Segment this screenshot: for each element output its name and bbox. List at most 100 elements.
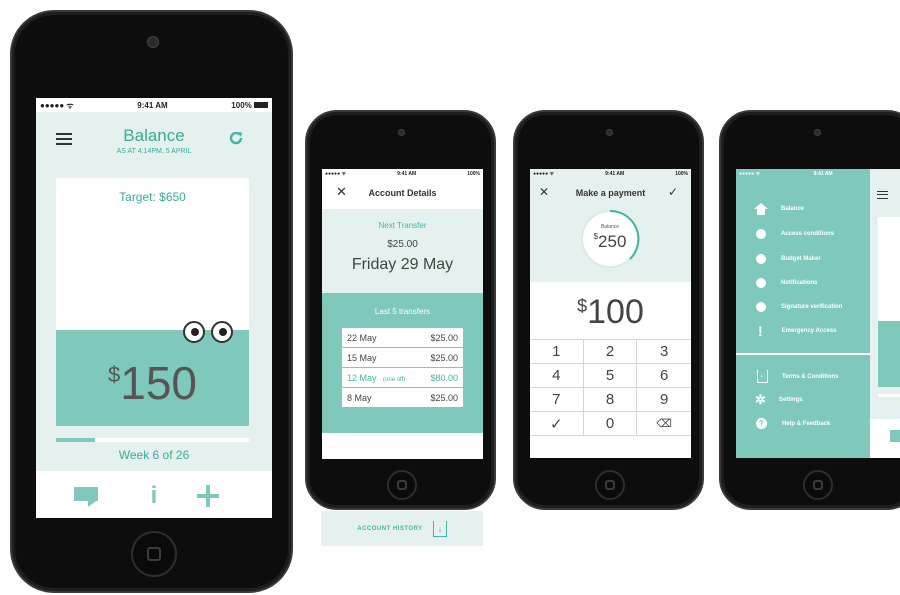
dot-icon (756, 302, 766, 312)
payment-amount: $100 (577, 293, 644, 331)
eyes-icon (183, 321, 235, 343)
camera (606, 129, 613, 136)
menu-item-budget-maker[interactable]: Budget Maker (736, 254, 821, 264)
exclamation-icon: ! (758, 323, 763, 339)
camera (814, 129, 821, 136)
menu-icon[interactable] (877, 191, 888, 199)
key-3[interactable]: 3 (637, 340, 691, 364)
phone-payment: ●●●●● ᯤ 9:41 AM 100% ✕ Make a payment ✓ … (513, 110, 704, 510)
menu-item-settings[interactable]: ✲ Settings (736, 393, 803, 406)
key-9[interactable]: 9 (637, 388, 691, 412)
balance-amount: $150 (108, 357, 197, 409)
dot-icon (756, 278, 766, 288)
key-confirm[interactable]: ✓ (530, 412, 584, 436)
target-card: Target: $650 $150 (56, 178, 249, 426)
chat-icon[interactable] (74, 487, 98, 507)
table-row[interactable]: 12 May (one off) $80.00 (342, 368, 463, 388)
key-0[interactable]: 0 (583, 412, 638, 436)
payment-header: ✕ Make a payment ✓ Balance $250 (530, 179, 691, 282)
key-6[interactable]: 6 (637, 364, 691, 388)
balance-screen: ●●●●● ᯤ 9:41 AM 100% Balance AS AT 4:14P… (36, 98, 272, 518)
download-icon: ↓ (432, 520, 447, 537)
keypad: 1 2 3 4 5 6 7 8 9 ✓ 0 ⌫ (530, 339, 691, 436)
menu-item-label: Help & Feedback (782, 420, 831, 427)
camera (398, 129, 405, 136)
confirm-icon[interactable]: ✓ (668, 185, 678, 199)
menu-divider (736, 353, 870, 355)
menu-item-label: Budget Maker (781, 256, 821, 262)
menu-item-balance[interactable]: Balance (736, 203, 804, 215)
phone-menu: ●●●●● ᯤ 9:41 AM 100% Balance Access cond… (719, 110, 900, 510)
status-time: 9:41 AM (137, 100, 168, 110)
home-icon (754, 203, 768, 215)
phone-account-details: ●●●●● ᯤ 9:41 AM 100% ✕ Account Details N… (305, 110, 496, 510)
gear-icon: ✲ (755, 392, 766, 407)
transfers-table: 22 May $25.00 15 May $25.00 12 May (one of… (342, 328, 463, 408)
balance-screen-peek (870, 169, 900, 458)
table-row[interactable]: 15 May $25.00 (342, 348, 463, 368)
menu-item-label: Emergency Access (781, 328, 837, 334)
menu-item-label: Balance (781, 206, 805, 212)
battery-indicator: 100% (675, 171, 688, 177)
menu-item-label: Settings (778, 396, 803, 403)
home-button[interactable] (803, 470, 833, 500)
info-icon[interactable]: i (149, 483, 159, 509)
key-backspace[interactable]: ⌫ (637, 412, 691, 436)
next-transfer-date: Friday 29 May (351, 256, 454, 273)
camera (147, 36, 159, 48)
menu-item-terms[interactable]: ↓ Terms & Conditions (736, 370, 839, 383)
menu-item-signature-verification[interactable]: Signature verification (736, 302, 842, 312)
key-4[interactable]: 4 (530, 364, 584, 388)
menu-item-help[interactable]: ? Help & Feedback (736, 418, 830, 429)
next-transfer-panel: Next Transfer $25.00 Friday 29 May (322, 209, 483, 293)
home-button[interactable] (131, 531, 177, 577)
progress-track (56, 438, 249, 442)
status-bar: ●●●●● ᯤ 9:41 AM 100% (322, 169, 483, 179)
signal-indicator: ●●●●● ᯤ (325, 171, 347, 177)
home-button[interactable] (387, 470, 417, 500)
table-row[interactable]: 22 May $25.00 (342, 328, 463, 348)
signal-indicator: ●●●●● ᯤ (40, 100, 74, 110)
transfers-label: Last 5 transfers (374, 307, 431, 316)
status-time: 9:41 AM (813, 171, 833, 177)
dot-icon (756, 254, 766, 264)
plus-icon[interactable] (197, 485, 219, 507)
status-time: 9:41 AM (605, 171, 625, 177)
battery-indicator: 100% (467, 171, 480, 177)
menu-item-label: Signature verification (781, 304, 843, 310)
menu-item-access-conditions[interactable]: Access conditions (736, 229, 834, 239)
help-icon: ? (756, 418, 767, 429)
menu-item-notifications[interactable]: Notifications (736, 278, 817, 288)
key-8[interactable]: 8 (583, 388, 638, 412)
phone-balance: ●●●●● ᯤ 9:41 AM 100% Balance AS AT 4:14P… (10, 10, 293, 593)
transfers-panel: Last 5 transfers 22 May $25.00 15 May $25.… (322, 293, 483, 433)
menu-screen: ●●●●● ᯤ 9:41 AM 100% Balance Access cond… (736, 169, 900, 458)
bottom-bar: i (36, 471, 272, 518)
refresh-icon[interactable] (228, 130, 244, 146)
account-history-button[interactable]: ACCOUNT HISTORY ↓ (321, 511, 483, 546)
status-bar: ●●●●● ᯤ 9:41 AM 100% (36, 98, 272, 112)
home-button[interactable] (595, 470, 625, 500)
key-2[interactable]: 2 (583, 340, 638, 364)
key-5[interactable]: 5 (583, 364, 638, 388)
download-icon: ↓ (757, 370, 768, 383)
week-label: Week 6 of 26 (118, 448, 190, 462)
next-transfer-label: Next Transfer (378, 221, 427, 230)
target-label: Target: $650 (119, 190, 186, 204)
key-7[interactable]: 7 (530, 388, 584, 412)
payment-screen: ●●●●● ᯤ 9:41 AM 100% ✕ Make a payment ✓ … (530, 169, 691, 458)
balance-ring-label: Balance (600, 224, 620, 230)
page-title: Make a payment (575, 188, 646, 198)
battery-indicator: 100% (231, 101, 268, 110)
menu-item-emergency-access[interactable]: ! Emergency Access (736, 324, 836, 338)
menu-item-label: Access conditions (781, 231, 835, 237)
table-row[interactable]: 8 May $25.00 (342, 388, 463, 408)
key-1[interactable]: 1 (530, 340, 584, 364)
balance-ring-amount: $250 (593, 232, 627, 251)
account-history-label: ACCOUNT HISTORY (357, 525, 423, 532)
next-transfer-amount: $25.00 (387, 239, 418, 250)
progress-fill (56, 438, 95, 442)
signal-indicator: ●●●●● ᯤ (739, 171, 761, 177)
status-time: 9:41 AM (397, 171, 417, 177)
account-details-screen: ●●●●● ᯤ 9:41 AM 100% ✕ Account Details N… (322, 169, 483, 459)
